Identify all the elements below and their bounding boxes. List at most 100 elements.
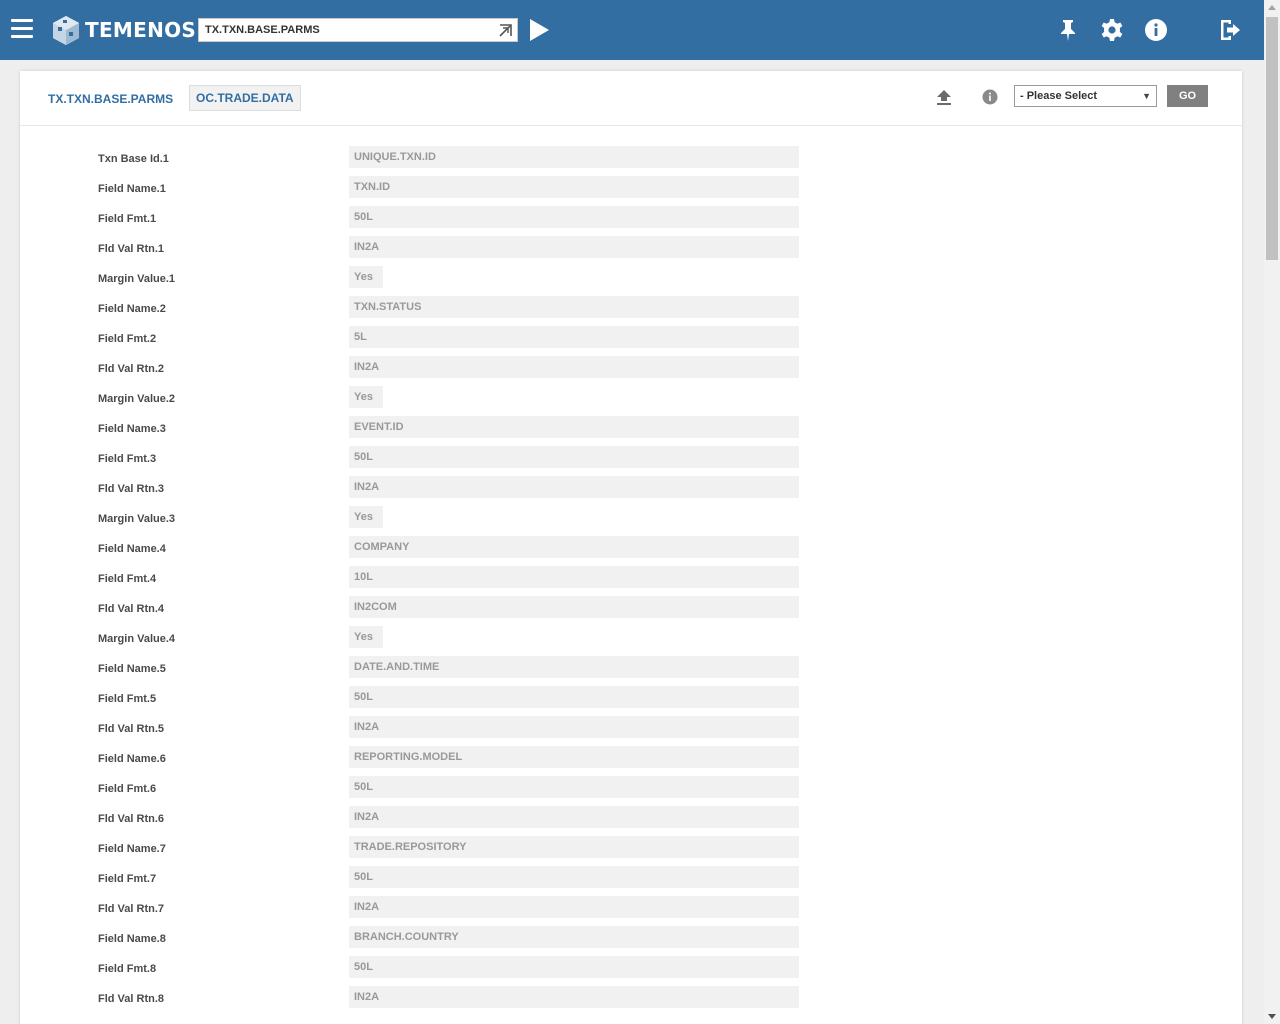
info-icon[interactable]	[1144, 18, 1168, 42]
field-label: Margin Value.4	[98, 633, 176, 645]
field-row: Field Name.3 EVENT.ID	[20, 416, 1242, 446]
field-value: IN2A	[349, 236, 799, 258]
field-label: Field Fmt.3	[98, 453, 157, 465]
field-row: Fld Val Rtn.6 IN2A	[20, 806, 1242, 836]
field-value: Yes	[349, 266, 383, 288]
field-label: Fld Val Rtn.5	[98, 723, 165, 735]
field-value: 10L	[349, 566, 799, 588]
expand-arrow-icon[interactable]	[498, 22, 514, 38]
field-label: Field Fmt.4	[98, 573, 157, 585]
field-label: Fld Val Rtn.6	[98, 813, 165, 825]
field-label: Fld Val Rtn.2	[98, 363, 165, 375]
field-value: IN2A	[349, 806, 799, 828]
field-label: Field Name.8	[98, 933, 166, 945]
field-row: Margin Value.4 Yes	[20, 626, 1242, 656]
play-icon[interactable]	[528, 18, 550, 42]
field-label: Field Name.4	[98, 543, 166, 555]
scroll-up-arrow-icon[interactable]	[1264, 0, 1280, 16]
field-row: Field Fmt.2 5L	[20, 326, 1242, 356]
field-label: Fld Val Rtn.3	[98, 483, 165, 495]
scroll-down-arrow-icon[interactable]	[1264, 1008, 1280, 1024]
action-select-value: - Please Select	[1020, 90, 1098, 102]
field-row: Field Name.6 REPORTING.MODEL	[20, 746, 1242, 776]
field-label: Txn Base Id.1	[98, 153, 169, 165]
field-row: Margin Value.1 Yes	[20, 266, 1242, 296]
field-row: Field Name.2 TXN.STATUS	[20, 296, 1242, 326]
field-label: Fld Val Rtn.8	[98, 993, 165, 1005]
menu-icon[interactable]	[11, 19, 33, 39]
field-value: 50L	[349, 956, 799, 978]
record-id-tab[interactable]: OC.TRADE.DATA	[189, 85, 301, 111]
field-value: 5L	[349, 326, 799, 348]
field-value: IN2A	[349, 896, 799, 918]
pin-icon[interactable]	[1056, 18, 1080, 42]
page-scrollbar[interactable]	[1264, 0, 1280, 1024]
field-value: Yes	[349, 626, 383, 648]
field-label: Field Name.2	[98, 303, 166, 315]
field-label: Fld Val Rtn.4	[98, 603, 165, 615]
field-label: Field Fmt.5	[98, 693, 157, 705]
field-label: Field Name.3	[98, 423, 166, 435]
field-row: Field Fmt.4 10L	[20, 566, 1242, 596]
field-value: UNIQUE.TXN.ID	[349, 146, 799, 168]
field-row: Fld Val Rtn.8 IN2A	[20, 986, 1242, 1016]
field-label: Fld Val Rtn.7	[98, 903, 165, 915]
record-info-icon[interactable]	[981, 88, 999, 106]
field-label: Field Name.7	[98, 843, 166, 855]
field-value: Yes	[349, 506, 383, 528]
field-row: Field Fmt.1 50L	[20, 206, 1242, 236]
logo-cube-icon	[53, 16, 79, 45]
field-label: Margin Value.1	[98, 273, 176, 285]
field-value: IN2COM	[349, 596, 799, 618]
field-row: Field Fmt.3 50L	[20, 446, 1242, 476]
upload-icon[interactable]	[935, 88, 953, 106]
brand-name: TEMENOS	[85, 18, 197, 42]
field-label: Field Fmt.8	[98, 963, 157, 975]
field-row: Field Name.5 DATE.AND.TIME	[20, 656, 1242, 686]
field-list: Txn Base Id.1 UNIQUE.TXN.ID Field Name.1 TX…	[20, 146, 1242, 1016]
logout-icon[interactable]	[1218, 18, 1242, 42]
application-name: TX.TXN.BASE.PARMS	[48, 92, 174, 106]
field-label: Field Fmt.7	[98, 873, 157, 885]
go-button[interactable]: GO	[1167, 85, 1208, 107]
field-row: Margin Value.2 Yes	[20, 386, 1242, 416]
field-value: IN2A	[349, 476, 799, 498]
field-value: 50L	[349, 206, 799, 228]
field-row: Field Name.4 COMPANY	[20, 536, 1242, 566]
field-row: Field Fmt.8 50L	[20, 956, 1242, 986]
field-row: Fld Val Rtn.1 IN2A	[20, 236, 1242, 266]
panel-header: TX.TXN.BASE.PARMS OC.TRADE.DATA - Please…	[20, 71, 1242, 126]
field-row: Field Fmt.7 50L	[20, 866, 1242, 896]
field-value: TRADE.REPOSITORY	[349, 836, 799, 858]
field-value: 50L	[349, 866, 799, 888]
field-value: COMPANY	[349, 536, 799, 558]
top-bar: TEMENOS	[0, 0, 1264, 60]
field-value: BRANCH.COUNTRY	[349, 926, 799, 948]
field-label: Margin Value.2	[98, 393, 176, 405]
field-value: DATE.AND.TIME	[349, 656, 799, 678]
field-label: Fld Val Rtn.1	[98, 243, 165, 255]
action-select[interactable]: - Please Select ▼	[1014, 85, 1157, 107]
command-line-input[interactable]	[199, 19, 489, 41]
field-row: Txn Base Id.1 UNIQUE.TXN.ID	[20, 146, 1242, 176]
field-row: Fld Val Rtn.3 IN2A	[20, 476, 1242, 506]
field-value: IN2A	[349, 716, 799, 738]
field-value: TXN.ID	[349, 176, 799, 198]
field-row: Field Name.1 TXN.ID	[20, 176, 1242, 206]
field-row: Fld Val Rtn.2 IN2A	[20, 356, 1242, 386]
field-value: IN2A	[349, 986, 799, 1008]
record-panel: TX.TXN.BASE.PARMS OC.TRADE.DATA - Please…	[20, 71, 1242, 1024]
field-value: TXN.STATUS	[349, 296, 799, 318]
field-label: Field Name.5	[98, 663, 166, 675]
field-row: Field Name.7 TRADE.REPOSITORY	[20, 836, 1242, 866]
field-row: Margin Value.3 Yes	[20, 506, 1242, 536]
field-label: Field Fmt.1	[98, 213, 157, 225]
field-label: Field Fmt.6	[98, 783, 157, 795]
chevron-down-icon: ▼	[1142, 91, 1151, 101]
field-value: 50L	[349, 446, 799, 468]
field-row: Fld Val Rtn.7 IN2A	[20, 896, 1242, 926]
field-value: EVENT.ID	[349, 416, 799, 438]
scrollbar-thumb[interactable]	[1266, 17, 1278, 260]
field-value: REPORTING.MODEL	[349, 746, 799, 768]
gear-icon[interactable]	[1100, 18, 1124, 42]
